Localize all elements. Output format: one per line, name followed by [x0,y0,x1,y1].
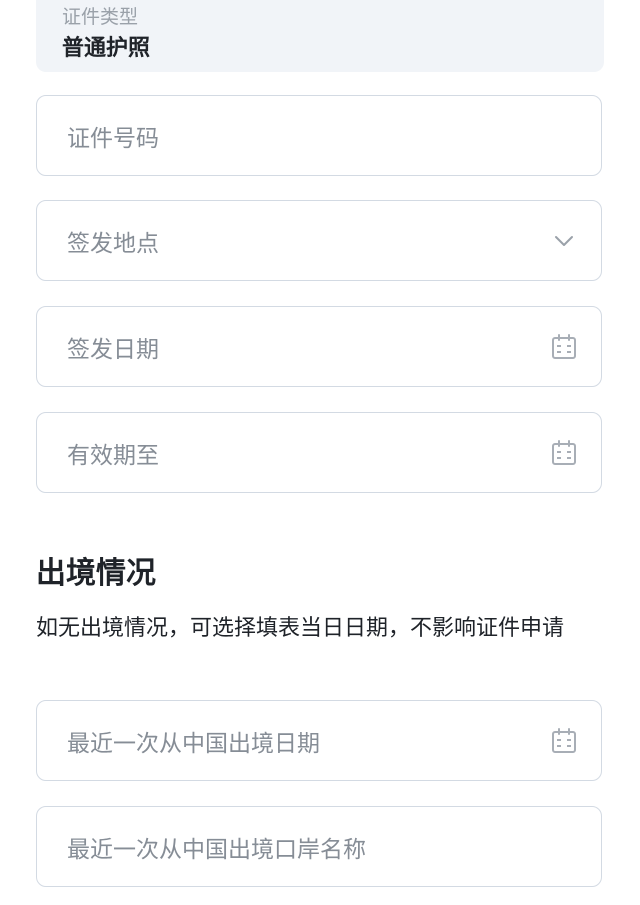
calendar-icon[interactable] [549,438,579,468]
id-number-input[interactable]: 证件号码 [36,95,602,176]
last-exit-date-input[interactable]: 最近一次从中国出境日期 [36,700,602,781]
valid-until-input[interactable]: 有效期至 [36,412,602,493]
valid-until-placeholder: 有效期至 [67,442,159,469]
id-type-field[interactable]: 证件类型 普通护照 [36,0,604,72]
chevron-down-icon [549,226,579,256]
exit-section-title: 出境情况 [36,556,156,591]
issue-date-placeholder: 签发日期 [67,336,159,363]
id-number-placeholder: 证件号码 [67,125,159,152]
issue-date-input[interactable]: 签发日期 [36,306,602,387]
exit-section-description: 如无出境情况，可选择填表当日日期，不影响证件申请 [36,616,565,641]
issue-place-placeholder: 签发地点 [67,230,159,257]
last-exit-date-placeholder: 最近一次从中国出境日期 [67,730,320,757]
issue-place-select[interactable]: 签发地点 [36,200,602,281]
last-exit-port-placeholder: 最近一次从中国出境口岸名称 [67,836,366,863]
id-type-value: 普通护照 [62,36,151,61]
id-type-label: 证件类型 [62,6,139,28]
last-exit-port-input[interactable]: 最近一次从中国出境口岸名称 [36,806,602,887]
calendar-icon[interactable] [549,726,579,756]
calendar-icon[interactable] [549,332,579,362]
